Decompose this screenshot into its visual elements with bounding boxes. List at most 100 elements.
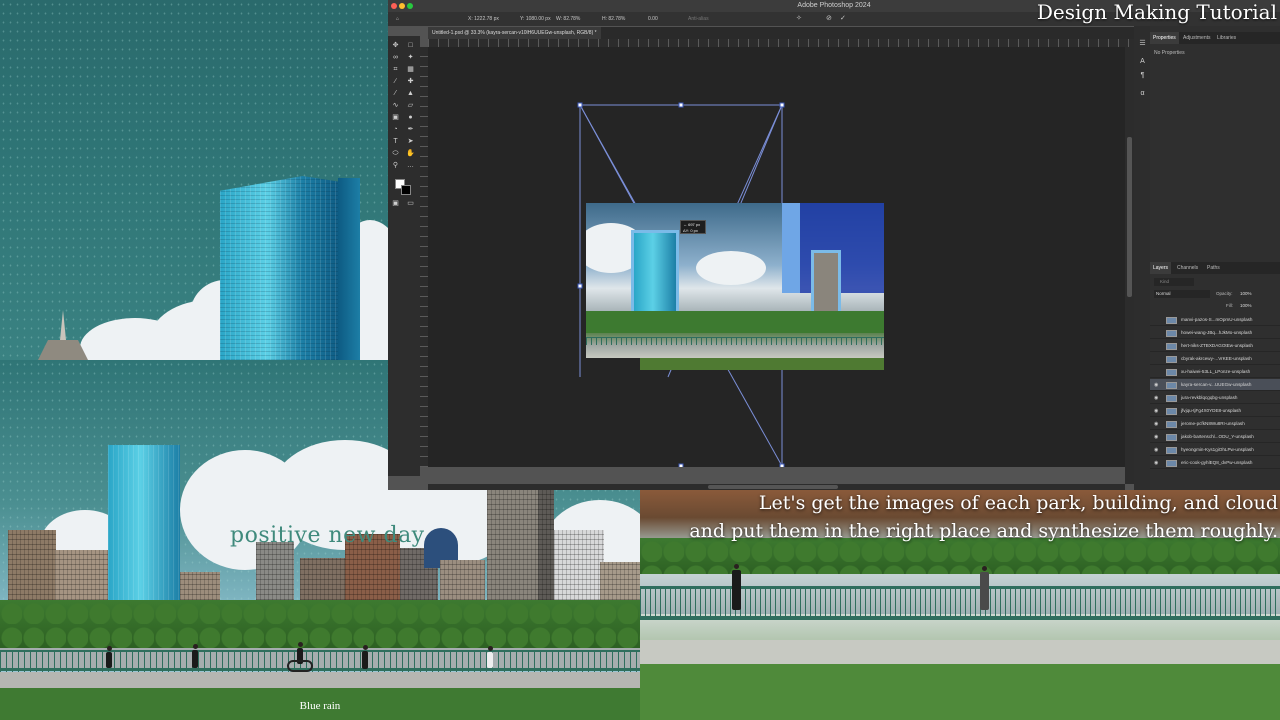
visibility-eye-icon[interactable]: ◉ <box>1154 431 1160 443</box>
tower-edge <box>338 178 360 360</box>
vertical-scrollbar[interactable] <box>1125 47 1134 484</box>
scroll-thumb[interactable] <box>708 485 838 489</box>
caption-line-1: Let's get the images of each park, build… <box>758 492 1278 514</box>
tab-layers[interactable]: Layers <box>1150 262 1172 274</box>
building <box>180 572 220 600</box>
layer-row[interactable]: ◉ hyeongmin-Kys1giOhLPw-unsplash <box>1150 444 1280 456</box>
screen-mode-icon[interactable]: ▭ <box>406 200 415 208</box>
gradient-icon[interactable]: ▣ <box>391 114 400 122</box>
healing-icon[interactable]: ✚ <box>406 78 415 86</box>
layer-name: kayra-sercan-v...UUEGw-unsplash <box>1181 382 1252 387</box>
grass <box>640 664 1280 720</box>
document-tab[interactable]: Untitled-1.psd @ 33.3% (kayra-sercan-v10… <box>428 27 601 39</box>
zoom-window-icon[interactable] <box>407 3 413 9</box>
hand-icon[interactable]: ✋ <box>406 150 415 158</box>
h-field[interactable]: H: 82.78% <box>602 12 625 26</box>
tab-properties[interactable]: Properties <box>1150 32 1179 44</box>
visibility-eye-icon[interactable]: ◉ <box>1154 444 1160 456</box>
brush-icon[interactable]: ⁄ <box>391 90 400 98</box>
layer-name: eric-cook-gyhlEQ8_dvPw-unsplash <box>1181 460 1253 465</box>
visibility-eye-icon[interactable]: ◉ <box>1154 418 1160 430</box>
tree-band <box>586 311 884 333</box>
visibility-eye-icon[interactable]: ◉ <box>1154 405 1160 417</box>
layer-thumbnail <box>1166 447 1177 454</box>
horizontal-scrollbar[interactable] <box>428 484 1125 490</box>
layer-row[interactable]: ◉ jerome-pcfkN8Wu8RI-unsplash <box>1150 418 1280 430</box>
commit-transform-icon[interactable]: ✓ <box>840 12 846 26</box>
blur-icon[interactable]: ● <box>406 114 415 122</box>
quick-mask-icon[interactable]: ▣ <box>391 200 400 208</box>
x-field[interactable]: X: 1222.78 px <box>468 12 499 26</box>
scroll-thumb[interactable] <box>1127 137 1132 297</box>
tab-channels[interactable]: Channels <box>1174 262 1201 274</box>
handle <box>577 283 583 289</box>
grass-strip <box>640 358 884 370</box>
tab-libraries[interactable]: Libraries <box>1214 32 1239 44</box>
layer-list: manvi-pazos-S...mOpmU-unsplash howei-wang… <box>1150 314 1280 490</box>
eyedropper-icon[interactable]: ∕ <box>391 78 400 86</box>
eraser-icon[interactable]: ▱ <box>406 102 415 110</box>
shape-icon[interactable]: ⬭ <box>391 150 400 158</box>
more-tools-icon[interactable]: … <box>406 162 415 170</box>
fill-value[interactable]: 100% <box>1240 302 1252 310</box>
layer-row[interactable]: ◉ eric-cook-gyhlEQ8_dvPw-unsplash <box>1150 457 1280 469</box>
path <box>0 672 640 688</box>
layer-row[interactable]: manvi-pazos-S...mOpmU-unsplash <box>1150 314 1280 326</box>
crop-icon[interactable]: ⌗ <box>391 66 400 74</box>
layer-name: jura-revkblqcgqbg-unsplash <box>1181 395 1238 400</box>
paragraph-panel-icon[interactable]: ¶ <box>1138 72 1147 80</box>
type-icon[interactable]: T <box>391 138 400 146</box>
select-icon[interactable]: ✦ <box>406 54 415 62</box>
canvas-area[interactable]: ↔ 697 px ΔY: 0 px <box>428 47 1125 467</box>
close-window-icon[interactable] <box>391 3 397 9</box>
layer-filter-input[interactable]: Kind <box>1154 278 1194 286</box>
frame-icon[interactable]: ▦ <box>406 66 415 74</box>
dodge-icon[interactable]: ◔ <box>391 126 400 134</box>
history-brush-icon[interactable]: ∿ <box>391 102 400 110</box>
tab-adjustments[interactable]: Adjustments <box>1180 32 1214 44</box>
tab-paths[interactable]: Paths <box>1204 262 1223 274</box>
angle-field[interactable]: 0.00 <box>648 12 658 26</box>
anti-alias-label[interactable]: Anti-alias <box>688 12 709 26</box>
pen-icon[interactable]: ✒ <box>406 126 415 134</box>
visibility-eye-icon[interactable]: ◉ <box>1154 379 1160 391</box>
tree-band <box>0 600 640 650</box>
building <box>538 480 554 600</box>
blend-mode-select[interactable]: Normal <box>1154 290 1210 298</box>
path-select-icon[interactable]: ➤ <box>406 138 415 146</box>
zoom-icon[interactable]: ⚲ <box>391 162 400 170</box>
stamp-icon[interactable]: ▲ <box>406 90 415 98</box>
runner <box>487 646 493 668</box>
visibility-eye-icon[interactable]: ◉ <box>1154 457 1160 469</box>
character-panel-icon[interactable]: A <box>1138 58 1147 66</box>
runner <box>980 566 989 610</box>
move-icon[interactable]: ✥ <box>391 42 400 50</box>
layer-row[interactable]: cbyrak-akrcewy-...VrKEE-unsplash <box>1150 353 1280 365</box>
layer-row[interactable]: ◉ jakob-bartenschl...ODU_Y-unsplash <box>1150 431 1280 443</box>
building <box>256 542 294 600</box>
marquee-icon[interactable]: □ <box>406 42 415 50</box>
layer-thumbnail <box>1166 317 1177 324</box>
layer-name: jerome-pcfkN8Wu8RI-unsplash <box>1181 421 1245 426</box>
layer-name: cbyrak-akrcewy-...VrKEE-unsplash <box>1181 356 1252 361</box>
w-field[interactable]: W: 82.78% <box>556 12 580 26</box>
document-tab-bar: Untitled-1.psd @ 33.3% (kayra-sercan-v10… <box>428 27 1138 39</box>
layer-row[interactable]: ◉ kayra-sercan-v...UUEGw-unsplash <box>1150 379 1280 391</box>
home-icon[interactable]: ⌂ <box>396 12 399 26</box>
y-field[interactable]: Y: 1080.00 px <box>520 12 551 26</box>
layer-row[interactable]: ◉ jfvjqu-tjFg4X0YDE8-unsplash <box>1150 405 1280 417</box>
cancel-transform-icon[interactable]: ⊘ <box>826 12 832 26</box>
layer-row[interactable]: hert-niks-ZTBXDAGOtEw-unsplash <box>1150 340 1280 352</box>
history-panel-icon[interactable]: ☰ <box>1138 40 1147 48</box>
warp-icon[interactable]: ✧ <box>796 12 802 26</box>
layer-row[interactable]: ◉ jura-revkblqcgqbg-unsplash <box>1150 392 1280 404</box>
minimize-window-icon[interactable] <box>399 3 405 9</box>
opacity-value[interactable]: 100% <box>1240 290 1252 298</box>
visibility-eye-icon[interactable]: ◉ <box>1154 392 1160 404</box>
layer-thumbnail <box>1166 421 1177 428</box>
layer-row[interactable]: xu-haiwei-53LL_LPonze-unsplash <box>1150 366 1280 378</box>
background-color-swatch[interactable] <box>401 185 411 195</box>
glyphs-panel-icon[interactable]: α <box>1138 90 1147 98</box>
lasso-icon[interactable]: ∞ <box>391 54 400 62</box>
layer-row[interactable]: howei-wang-JBq...hJkMo-unsplash <box>1150 327 1280 339</box>
